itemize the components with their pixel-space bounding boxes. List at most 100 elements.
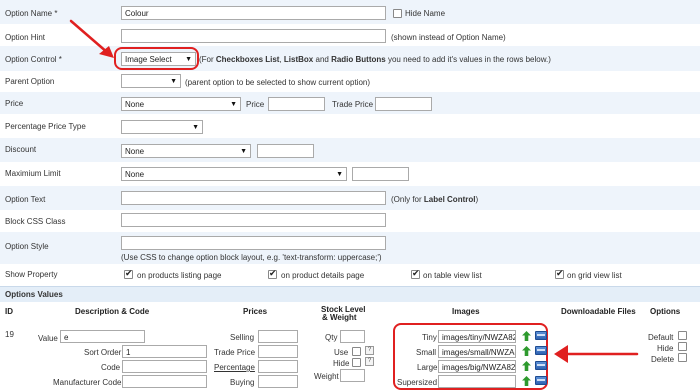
col-header-weight: & Weight [322,313,357,322]
discount-input[interactable] [257,144,314,158]
show-on-table-checkbox[interactable] [411,268,420,279]
default-checkbox[interactable] [678,331,687,340]
selling-label: Selling [230,333,255,342]
col-header-downloads: Downloadable Files [561,307,636,316]
percentage-input[interactable] [258,360,298,373]
weight-label: Weight [314,372,339,381]
large-image-input[interactable]: images/big/NWZA82 [438,360,516,373]
show-on-grid-checkbox[interactable] [555,268,564,279]
hide-option-label: Hide [657,344,674,353]
option-text-input[interactable] [121,191,386,205]
option-name-label: Option Name * [5,9,58,18]
browse-folder-icon[interactable] [535,376,547,385]
trade-price-input[interactable] [375,97,432,111]
value-label: Value [38,334,58,343]
col-header-options: Options [650,307,681,316]
selling-input[interactable] [258,330,298,343]
qty-input[interactable] [340,330,365,343]
small-image-input[interactable]: images/small/NWZA82 [438,345,516,358]
maximum-limit-select[interactable]: None ▼ [121,167,347,181]
option-hint-input[interactable] [121,29,386,43]
show-on-grid-label: on grid view list [567,271,622,280]
option-value-id: 19 [5,330,14,339]
option-text-note: (Only for Label Control) [391,195,479,204]
hide-name-label: Hide Name [405,9,446,18]
percentage-price-type-select[interactable]: ▼ [121,120,203,134]
price-label: Price [5,99,24,108]
option-style-label: Option Style [5,242,49,251]
help-icon[interactable]: ? [365,346,374,355]
upload-arrow-icon[interactable] [522,346,531,356]
upload-arrow-icon[interactable] [522,331,531,341]
show-on-listing-label: on products listing page [137,271,222,280]
manufacturer-code-input[interactable] [122,375,207,388]
tiny-image-label: Tiny [422,333,437,342]
option-style-input[interactable] [121,236,386,250]
row-bg [0,138,700,162]
percentage-price-type-label: Percentage Price Type [5,122,86,131]
sort-order-input[interactable]: 1 [122,345,207,358]
trade-price-row-input[interactable] [258,345,298,358]
block-css-class-input[interactable] [121,213,386,227]
maximum-limit-input[interactable] [352,167,409,181]
browse-folder-icon[interactable] [535,346,547,355]
delete-checkbox[interactable] [678,353,687,362]
price-type-select[interactable]: None ▼ [121,97,241,111]
option-hint-label: Option Hint [5,33,46,42]
hide-stock-checkbox[interactable] [352,358,361,367]
browse-folder-icon[interactable] [535,331,547,340]
show-on-listing-checkbox[interactable] [124,268,133,279]
price-type-value: None [125,100,145,109]
col-header-prices: Prices [243,307,268,316]
block-css-class-label: Block CSS Class [5,217,66,226]
maximum-limit-value: None [125,170,145,179]
option-name-input[interactable]: Colour [121,6,386,20]
discount-value: None [125,147,145,156]
value-input[interactable]: e [60,330,145,343]
chevron-down-icon: ▼ [240,148,247,155]
tiny-image-input[interactable]: images/tiny/NWZA82 [438,330,516,343]
code-input[interactable] [122,360,207,373]
options-values-bar [0,286,700,302]
weight-input[interactable] [340,369,365,382]
option-text-label: Option Text [5,195,46,204]
hide-option-checkbox[interactable] [678,342,687,351]
price-input[interactable] [268,97,325,111]
col-header-images: Images [452,307,480,316]
upload-arrow-icon[interactable] [522,376,531,386]
annotation-arrow-icon [554,345,639,363]
supersized-image-input[interactable] [438,375,516,388]
default-label: Default [648,333,674,342]
sort-order-label: Sort Order [84,348,122,357]
buying-input[interactable] [258,375,298,388]
browse-folder-icon[interactable] [535,361,547,370]
option-style-note: (Use CSS to change option block layout, … [121,253,382,262]
show-on-table-label: on table view list [423,271,482,280]
qty-label: Qty [325,333,338,342]
buying-label: Buying [230,378,255,387]
hide-name-checkbox[interactable] [393,9,402,18]
chevron-down-icon: ▼ [230,101,237,108]
help-icon[interactable]: ? [365,357,374,366]
show-property-label: Show Property [5,270,58,279]
discount-select[interactable]: None ▼ [121,144,251,158]
show-on-details-checkbox[interactable] [268,268,277,279]
show-on-details-label: on product details page [281,271,365,280]
price-inline-label: Price [246,100,265,109]
parent-option-note: (parent option to be selected to show cu… [185,78,370,87]
option-control-label: Option Control * [5,55,62,64]
maximum-limit-label: Maximium Limit [5,169,61,178]
option-control-note: (For Checkboxes List, ListBox and Radio … [199,55,551,64]
chevron-down-icon: ▼ [170,78,177,85]
upload-arrow-icon[interactable] [522,361,531,371]
parent-option-select[interactable]: ▼ [121,74,181,88]
options-values-title: Options Values [5,290,63,299]
use-label: Use [334,348,349,357]
chevron-down-icon: ▼ [336,171,343,178]
annotation-highlight-box [114,47,199,70]
option-hint-note: (shown instead of Option Name) [391,33,506,42]
manufacturer-code-label: Manufacturer Code [53,378,122,387]
use-stock-checkbox[interactable] [352,347,361,356]
col-header-description: Description & Code [75,307,150,316]
percentage-link[interactable]: Percentage [214,363,255,372]
